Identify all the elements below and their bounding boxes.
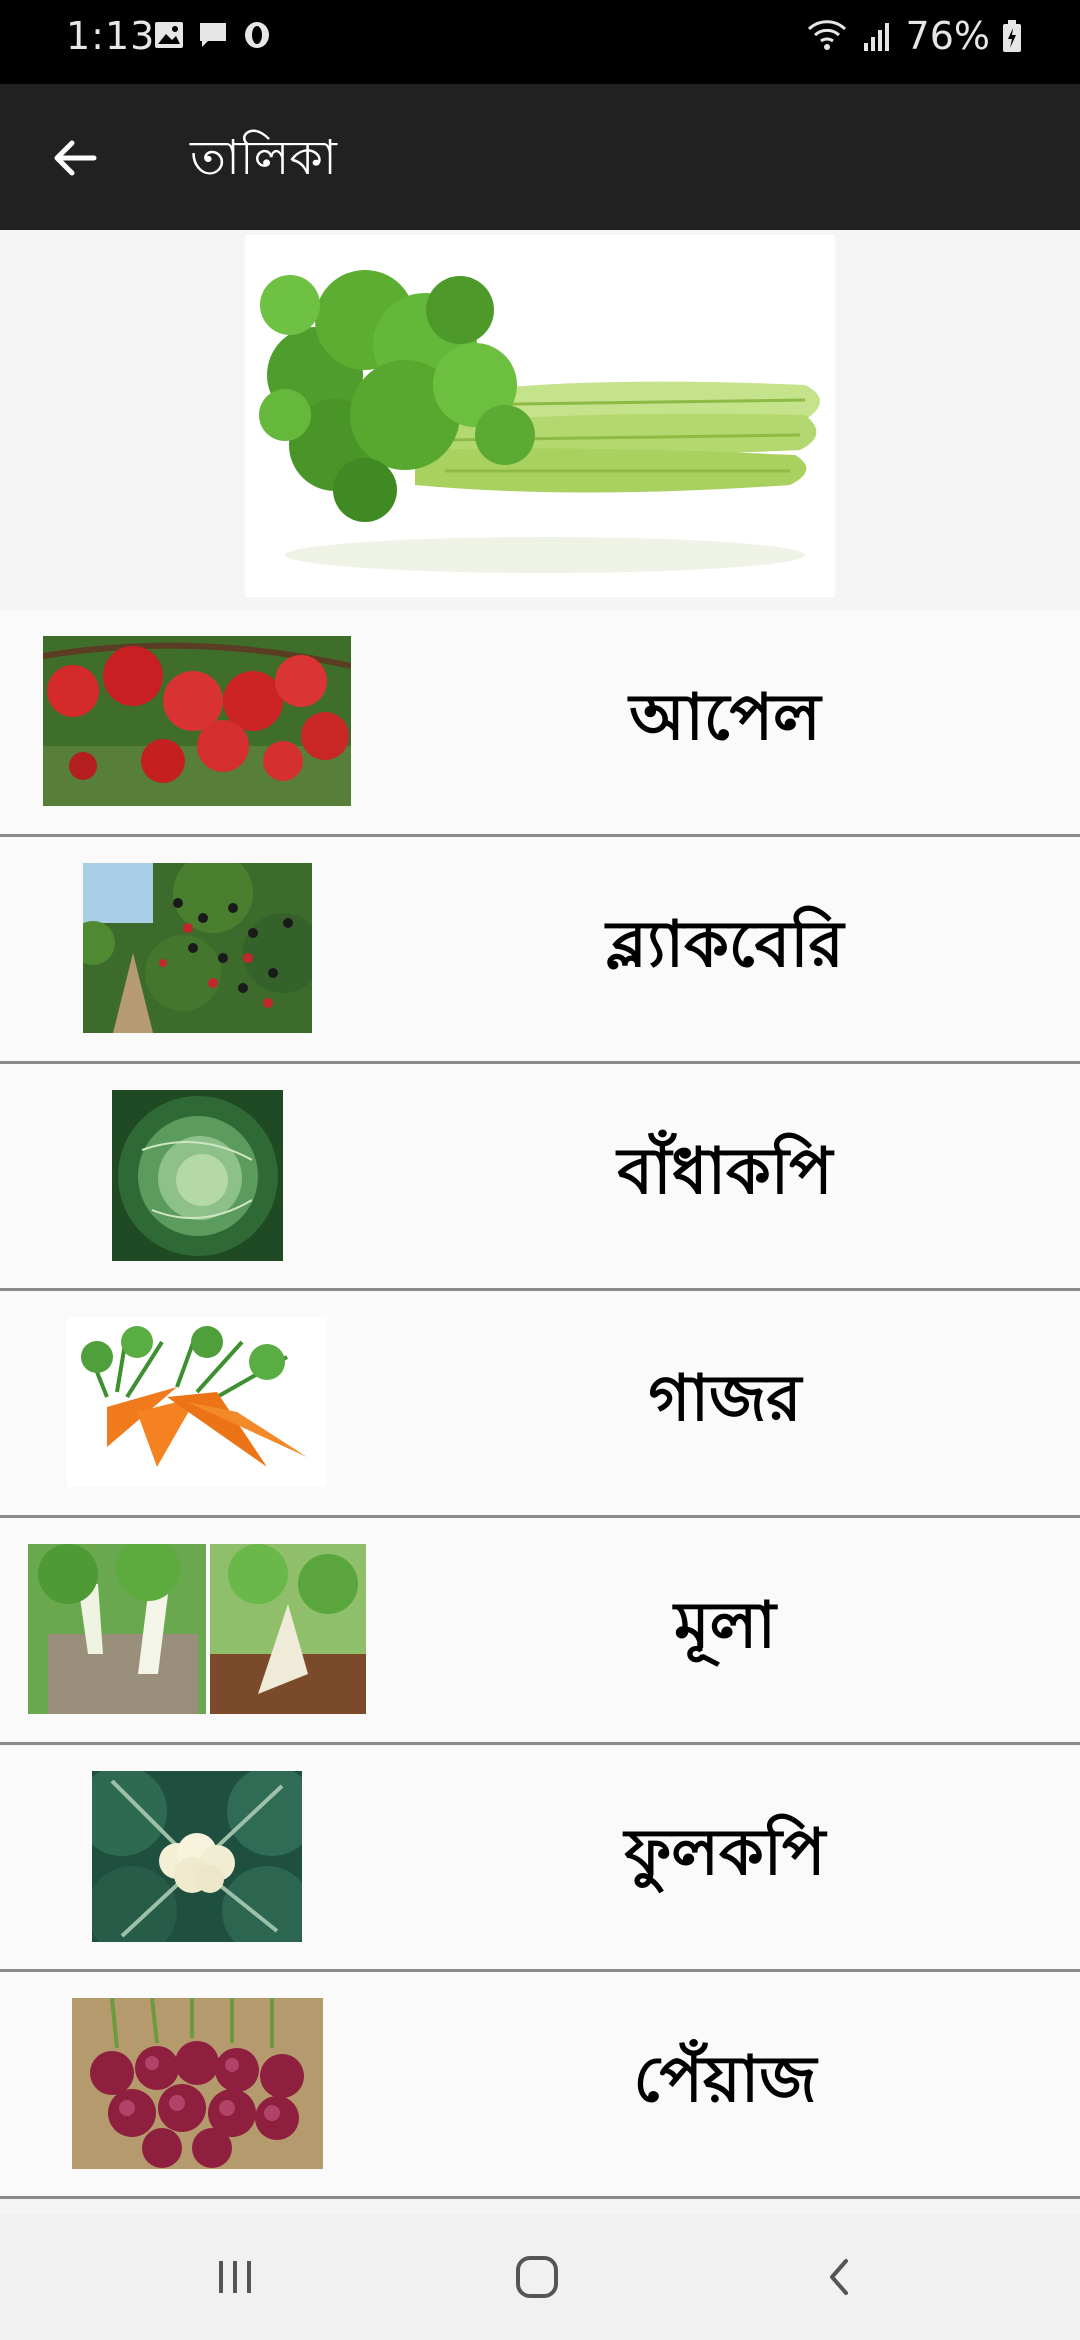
back-icon	[830, 2259, 848, 2295]
signal-icon	[863, 23, 889, 51]
blackberries-image	[83, 863, 312, 1033]
item-label: মূলা	[674, 1588, 776, 1663]
radish-image	[28, 1544, 366, 1714]
item-label: বাঁধাকপি	[617, 1134, 833, 1209]
item-label: পেঁয়াজ	[633, 2042, 817, 2117]
status-bar: 1:13 76%	[0, 0, 1080, 84]
carrots-image	[67, 1317, 327, 1487]
onions-image	[72, 1998, 323, 2169]
arrow-left-icon	[54, 140, 97, 176]
list-item[interactable]: গাজর	[0, 1291, 1080, 1518]
battery-icon	[1003, 20, 1021, 52]
apples-image	[43, 636, 351, 806]
navigation-bar	[0, 2214, 1080, 2340]
notification-icons	[154, 20, 272, 50]
item-label: ব্ল্যাকবেরি	[606, 907, 844, 982]
home-button[interactable]	[497, 2244, 577, 2310]
wifi-icon	[807, 20, 846, 50]
list-item[interactable]: ব্ল্যাকবেরি	[0, 837, 1080, 1064]
cabbage-image	[112, 1090, 283, 1261]
system-icons: 76%	[806, 14, 1022, 58]
app-bar: তালিকা	[0, 84, 1080, 230]
list-item[interactable]: আপেল	[0, 610, 1080, 837]
item-list: আপেল ব্ল্যাকবেরি বাঁধাকপি গাজর মূলা ফুলক…	[0, 610, 1080, 2199]
cauliflower-image	[92, 1771, 302, 1942]
list-item[interactable]: মূলা	[0, 1518, 1080, 1745]
list-item[interactable]: ফুলকপি	[0, 1745, 1080, 1972]
opera-icon	[245, 22, 269, 48]
back-button[interactable]	[40, 124, 108, 192]
list-item[interactable]: পেঁয়াজ	[0, 1972, 1080, 2199]
page-title: তালিকা	[190, 130, 337, 186]
status-time: 1:13	[66, 14, 156, 58]
hero-image	[245, 235, 835, 597]
home-icon	[516, 2256, 558, 2298]
item-label: ফুলকপি	[624, 1815, 826, 1890]
celery-image	[245, 235, 835, 597]
recents-button[interactable]	[195, 2244, 275, 2310]
nav-back-button[interactable]	[800, 2244, 880, 2310]
list-item[interactable]: বাঁধাকপি	[0, 1064, 1080, 1291]
item-label: আপেল	[629, 680, 821, 755]
image-icon	[155, 22, 183, 48]
message-icon	[200, 23, 226, 47]
battery-percent: 76%	[905, 14, 990, 58]
recents-icon	[219, 2261, 251, 2293]
item-label: গাজর	[648, 1361, 802, 1436]
